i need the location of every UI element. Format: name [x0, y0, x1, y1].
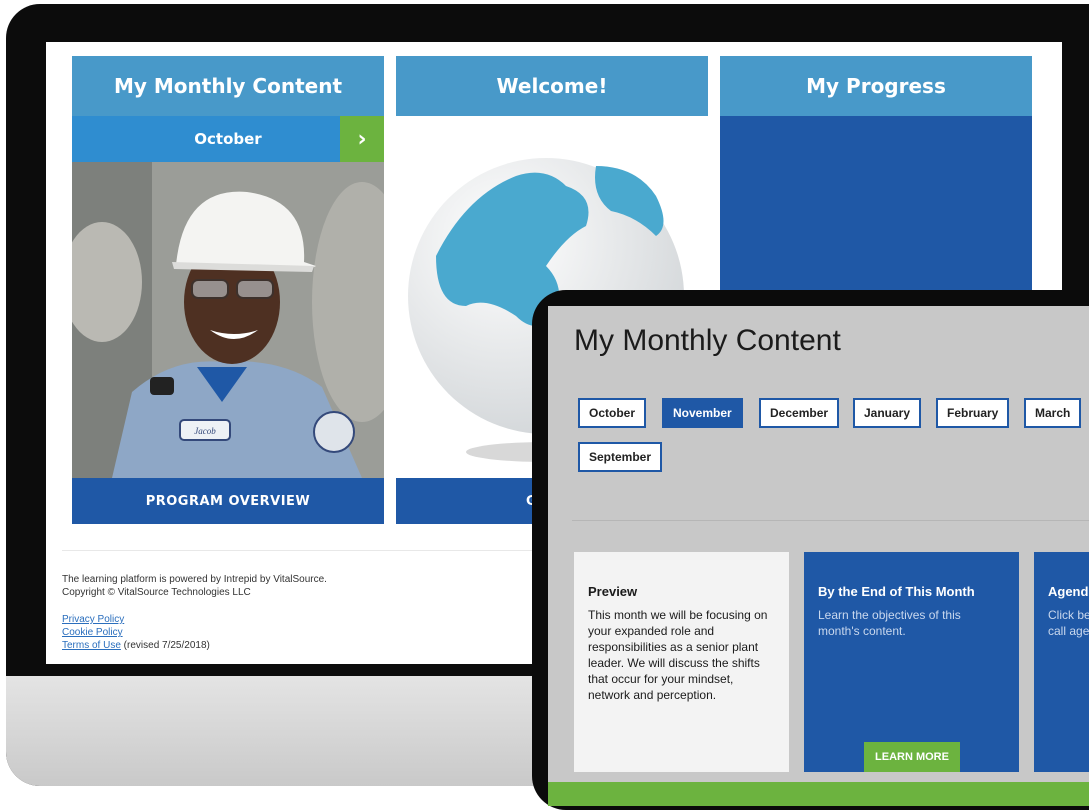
preview-body: This month we will be focusing on your e…: [588, 608, 768, 702]
tile-title: My Monthly Content: [72, 56, 384, 116]
name-badge-text: Jacob: [194, 426, 216, 436]
end-of-month-title: By the End of This Month: [818, 584, 975, 599]
month-button-december[interactable]: December: [759, 398, 840, 428]
revised-date: (revised 7/25/2018): [120, 640, 210, 651]
agenda-body: Click be call age: [1048, 608, 1089, 638]
learn-more-button[interactable]: LEARN MORE: [864, 742, 960, 772]
tile-title: My Progress: [720, 56, 1032, 116]
tablet-screen: My Monthly Content October November Dece…: [548, 306, 1089, 806]
month-button-january[interactable]: January: [853, 398, 922, 428]
tile-title: Welcome!: [396, 56, 708, 116]
agenda-title: Agend: [1048, 584, 1089, 599]
preview-title: Preview: [588, 584, 638, 599]
next-month-button[interactable]: ›: [340, 116, 384, 162]
monthly-content-tile: My Monthly Content October › Jacob PROGR…: [72, 56, 384, 524]
month-button-october[interactable]: October: [578, 398, 647, 428]
month-button-march[interactable]: March: [1024, 398, 1082, 428]
month-button-february[interactable]: February: [936, 398, 1010, 428]
tablet-divider: [572, 520, 1089, 521]
month-button-september[interactable]: September: [578, 442, 663, 472]
chevron-right-icon: ›: [357, 126, 367, 152]
agenda-card: Agend Click be call age: [1034, 552, 1089, 772]
terms-of-use-link[interactable]: Terms of Use: [62, 640, 121, 651]
tablet-bottom-bar: [548, 782, 1089, 806]
tablet-frame: My Monthly Content October November Dece…: [532, 290, 1089, 810]
current-month-label: October: [194, 130, 262, 148]
program-photo: Jacob: [72, 162, 384, 478]
end-of-month-card: By the End of This Month Learn the objec…: [804, 552, 1019, 772]
worker-photo-illustration: Jacob: [72, 162, 384, 478]
program-overview-button[interactable]: PROGRAM OVERVIEW: [72, 478, 384, 524]
tablet-page-title: My Monthly Content: [574, 324, 841, 357]
current-month-bar: October ›: [72, 116, 384, 162]
preview-card: Preview This month we will be focusing o…: [574, 552, 789, 772]
month-button-november[interactable]: November: [662, 398, 743, 428]
end-of-month-body: Learn the objectives of this month's con…: [818, 608, 961, 638]
